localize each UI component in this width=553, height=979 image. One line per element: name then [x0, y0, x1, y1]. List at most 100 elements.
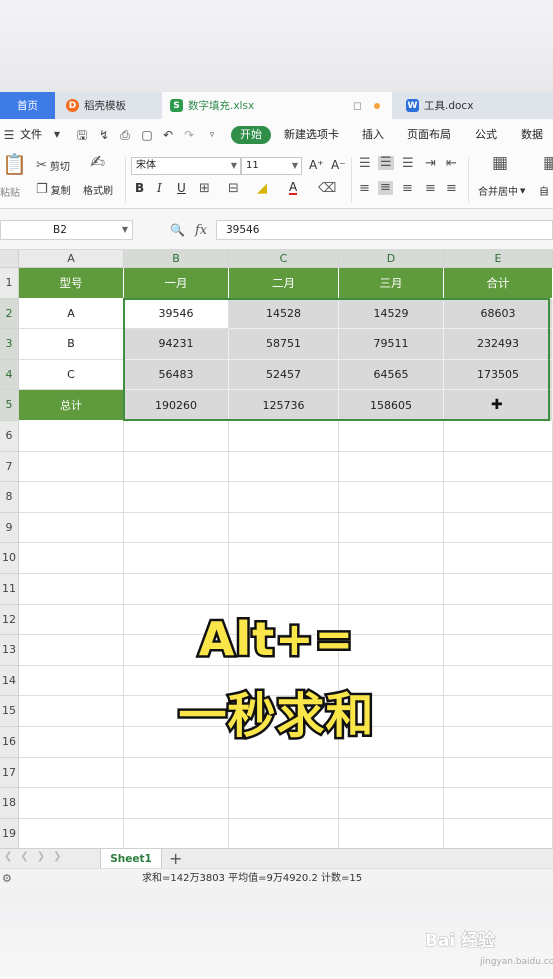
quick-access-dropdown-icon[interactable]: ▿ [205, 128, 219, 142]
tab-doc-file[interactable]: W 工具.docx [398, 92, 553, 119]
empty-cell[interactable] [124, 574, 229, 605]
column-header-e[interactable]: E [444, 250, 553, 268]
column-header-a[interactable]: A [19, 250, 124, 268]
undo-icon[interactable]: ↶ [161, 128, 175, 142]
copy-button[interactable]: ❐ 复制 [36, 182, 71, 197]
empty-cell[interactable] [124, 421, 229, 452]
font-size-select[interactable]: 11 ▼ [241, 157, 302, 175]
sheet-nav-arrows-icon[interactable]: ❮❮❯❯ [4, 851, 70, 862]
table-cell[interactable]: 39546 [124, 298, 229, 330]
menu-insert[interactable]: 插入 [362, 126, 384, 144]
empty-cell[interactable] [339, 757, 444, 789]
row-header-10[interactable]: 10 [0, 543, 19, 574]
align-top-icon[interactable]: ☰ [359, 157, 371, 171]
add-sheet-button[interactable]: + [169, 849, 182, 869]
empty-cell[interactable] [229, 421, 339, 452]
zoom-search-icon[interactable]: 🔍 [170, 223, 185, 237]
row-header-11[interactable]: 11 [0, 574, 19, 605]
merge-center-button[interactable]: 合并居中 ▼ [478, 183, 525, 199]
empty-cell[interactable] [229, 543, 339, 574]
empty-cell[interactable] [229, 788, 339, 819]
align-middle-icon[interactable]: ☰ [378, 156, 394, 170]
empty-cell[interactable] [339, 818, 444, 848]
empty-cell[interactable] [229, 512, 339, 544]
row-header-5[interactable]: 5 [0, 390, 19, 421]
hamburger-menu-icon[interactable]: ☰ [2, 128, 16, 142]
row-header-2[interactable]: 2 [0, 298, 19, 330]
row-header-19[interactable]: 19 [0, 818, 19, 848]
menu-formula[interactable]: 公式 [475, 126, 497, 144]
empty-cell[interactable] [444, 512, 553, 544]
column-header-b[interactable]: B [124, 250, 229, 268]
menu-start[interactable]: 开始 [231, 126, 271, 144]
empty-cell[interactable] [124, 482, 229, 513]
empty-cell[interactable] [444, 788, 553, 819]
table-cell[interactable]: 79511 [339, 329, 444, 360]
empty-cell[interactable] [444, 421, 553, 452]
table-cell[interactable]: 52457 [229, 359, 339, 391]
table-cell[interactable]: 14529 [339, 298, 444, 330]
tab-template[interactable]: D 稻壳模板 [58, 92, 162, 119]
clear-format-icon[interactable]: ⌫ [318, 182, 336, 196]
column-header-d[interactable]: D [339, 250, 444, 268]
table-cell[interactable]: 158605 [339, 390, 444, 421]
merge-cells-icon[interactable]: ⊟ [228, 182, 239, 196]
table-header-cell[interactable]: 二月 [229, 268, 339, 299]
font-name-select[interactable]: 宋体 ▼ [131, 157, 241, 175]
chevron-down-icon[interactable]: ▼ [50, 128, 64, 142]
empty-cell[interactable] [19, 421, 124, 452]
menu-data[interactable]: 数据 [521, 126, 543, 144]
table-cell[interactable]: 56483 [124, 359, 229, 391]
row-header-4[interactable]: 4 [0, 359, 19, 391]
border-icon[interactable]: ⊞ [199, 182, 210, 196]
indent-icon[interactable]: ⇥ [425, 157, 436, 171]
table-cell[interactable]: 125736 [229, 390, 339, 421]
row-header-9[interactable]: 9 [0, 512, 19, 544]
empty-cell[interactable] [124, 512, 229, 544]
empty-cell[interactable] [124, 788, 229, 819]
justify-icon[interactable]: ≡ [425, 182, 436, 196]
bold-button[interactable]: B [135, 181, 144, 195]
table-header-cell[interactable]: 三月 [339, 268, 444, 299]
row-header-7[interactable]: 7 [0, 451, 19, 483]
table-cell[interactable]: 总计 [19, 390, 124, 421]
table-cell[interactable]: A [19, 298, 124, 330]
row-header-6[interactable]: 6 [0, 421, 19, 452]
menu-file[interactable]: 文件 [20, 126, 42, 144]
format-painter-button[interactable]: ✍ [90, 154, 105, 172]
name-box[interactable]: B2 ▼ [0, 220, 133, 240]
select-all-corner[interactable] [0, 250, 19, 268]
menu-new-tab[interactable]: 新建选项卡 [284, 126, 339, 144]
empty-cell[interactable] [339, 574, 444, 605]
empty-cell[interactable] [339, 788, 444, 819]
table-cell[interactable]: 64565 [339, 359, 444, 391]
table-cell[interactable]: 173505 [444, 359, 553, 391]
empty-cell[interactable] [19, 788, 124, 819]
table-header-cell[interactable]: 合计 [444, 268, 553, 299]
empty-cell[interactable] [19, 818, 124, 848]
table-cell[interactable]: 94231 [124, 329, 229, 360]
table-header-cell[interactable]: 一月 [124, 268, 229, 299]
table-cell[interactable]: 190260 [124, 390, 229, 421]
row-header-3[interactable]: 3 [0, 329, 19, 360]
redo-icon[interactable]: ↷ [182, 128, 196, 142]
fx-icon[interactable]: fx [195, 223, 207, 238]
empty-cell[interactable] [19, 512, 124, 544]
empty-cell[interactable] [19, 451, 124, 483]
empty-cell[interactable] [339, 543, 444, 574]
menu-page-layout[interactable]: 页面布局 [407, 126, 451, 144]
empty-cell[interactable] [444, 451, 553, 483]
formula-input[interactable]: 39546 [216, 220, 553, 240]
row-header-17[interactable]: 17 [0, 757, 19, 789]
empty-cell[interactable] [124, 451, 229, 483]
fill-color-icon[interactable]: ◢ [257, 182, 267, 196]
empty-cell[interactable] [339, 421, 444, 452]
decrease-font-icon[interactable]: A⁻ [331, 158, 346, 172]
table-cell[interactable]: 68603 [444, 298, 553, 330]
paste-button[interactable]: 📋 [2, 154, 27, 174]
auto-wrap-icon[interactable]: ▦ [543, 155, 553, 172]
table-cell[interactable]: 232493 [444, 329, 553, 360]
tab-sheet-file[interactable]: S 数字填充.xlsx ◻ [162, 92, 392, 119]
spreadsheet-grid[interactable]: A B C D E 1 型号 一月 二月 三月 合计 2 A 39546 14528 14529 68603 3 B… [0, 250, 553, 848]
italic-button[interactable]: I [157, 181, 162, 195]
